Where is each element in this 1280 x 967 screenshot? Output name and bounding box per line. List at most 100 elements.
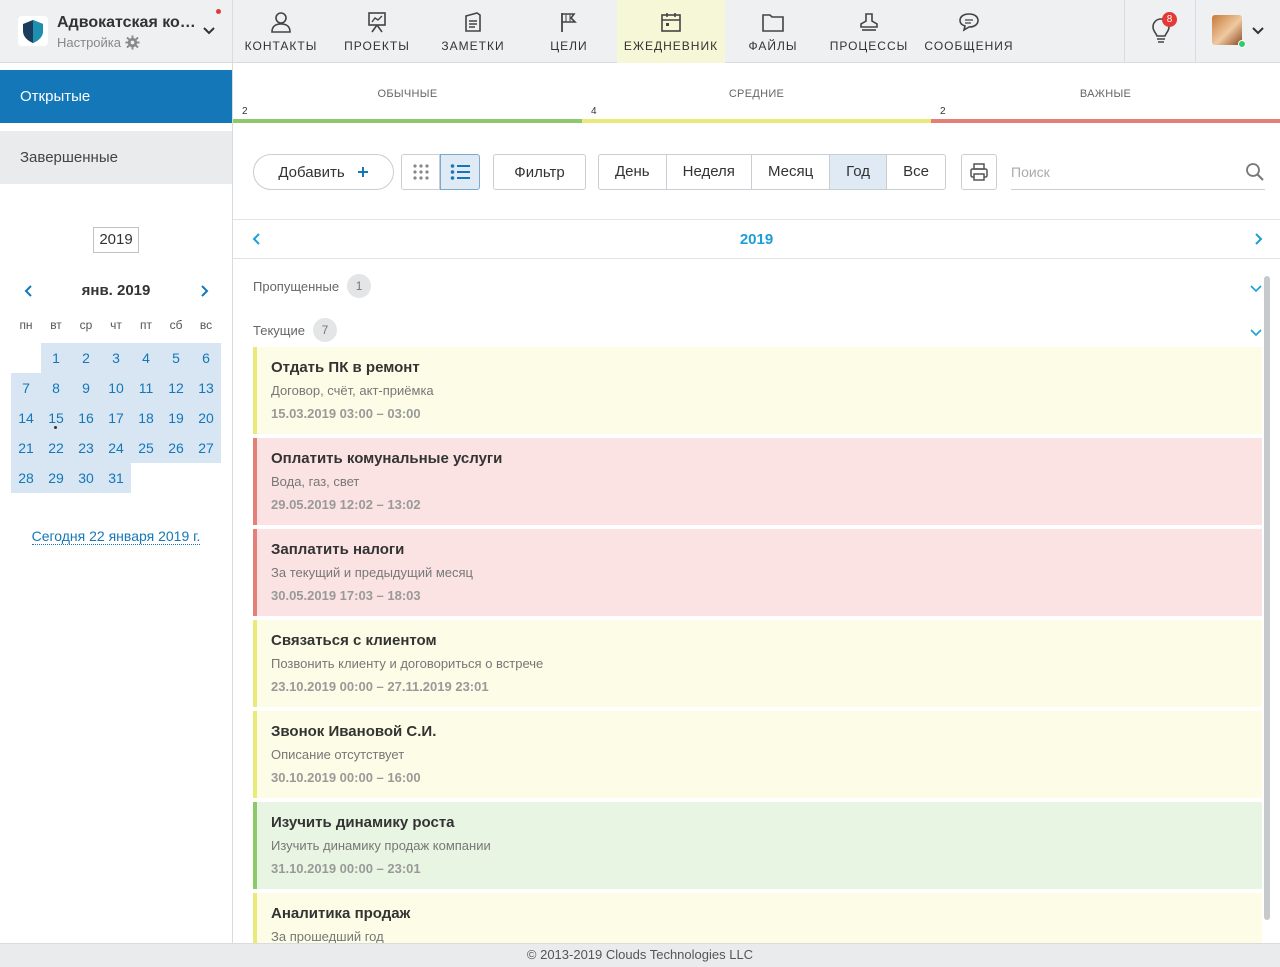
grid-view-button[interactable] [401, 154, 440, 190]
calendar-day[interactable]: 1 [41, 343, 71, 373]
calendar-day[interactable]: 10 [101, 373, 131, 403]
org-settings[interactable]: Настройка [57, 35, 140, 50]
task-card[interactable]: Заплатить налоги За текущий и предыдущий … [253, 529, 1262, 616]
chevron-down-icon[interactable] [1249, 282, 1263, 296]
nav-notes[interactable]: ЗАМЕТКИ [425, 0, 521, 63]
calendar-day[interactable]: 30 [71, 463, 101, 493]
period-option[interactable]: День [599, 155, 667, 189]
calendar-day[interactable]: 24 [101, 433, 131, 463]
period-option[interactable]: Год [830, 155, 888, 189]
search-icon[interactable] [1245, 162, 1265, 182]
org-switcher[interactable]: Адвокатская контора Настройка [0, 0, 233, 63]
weekday-label: вс [199, 318, 213, 332]
priority-bar [582, 119, 931, 123]
add-button[interactable]: Добавить [253, 154, 394, 190]
chevron-right-icon[interactable] [1251, 232, 1265, 246]
calendar-day[interactable]: 8 [41, 373, 71, 403]
calendar-icon [661, 13, 681, 32]
avatar[interactable] [1212, 15, 1242, 45]
priority-low[interactable]: ОБЫЧНЫЕ 2 [233, 63, 582, 125]
year-selector[interactable]: 2019 [93, 227, 139, 253]
priority-high[interactable]: ВАЖНЫЕ 2 [931, 63, 1280, 125]
chevron-down-icon[interactable] [1249, 326, 1263, 340]
calendar-day[interactable]: 7 [11, 373, 41, 403]
calendar-day[interactable]: 3 [101, 343, 131, 373]
task-description: За прошедший год [271, 929, 384, 943]
calendar-day[interactable]: 21 [11, 433, 41, 463]
chevron-right-icon[interactable] [197, 284, 211, 298]
nav-processes[interactable]: ПРОЦЕССЫ [821, 0, 917, 63]
filter-button[interactable]: Фильтр [493, 154, 586, 190]
calendar-day[interactable]: 19 [161, 403, 191, 433]
nav-goals[interactable]: ЦЕЛИ [521, 0, 617, 63]
task-card[interactable]: Оплатить комунальные услуги Вода, газ, св… [253, 438, 1262, 525]
calendar-day[interactable]: 17 [101, 403, 131, 433]
main-nav: КОНТАКТЫ ПРОЕКТЫ ЗАМЕТКИ ЦЕЛИ ЕЖЕДНЕВНИК… [233, 0, 1021, 63]
calendar-week: 21 22 23 24 25 26 27 [11, 433, 221, 463]
nav-projects[interactable]: ПРОЕКТЫ [329, 0, 425, 63]
calendar-day[interactable]: 18 [131, 403, 161, 433]
chevron-down-icon[interactable] [202, 24, 216, 38]
section-missed[interactable]: Пропущенные 1 [253, 274, 372, 298]
nav-diary[interactable]: ЕЖЕДНЕВНИК [617, 0, 725, 63]
task-time: 29.05.2019 12:02 – 13:02 [271, 497, 421, 512]
notification-count-badge: 8 [1162, 12, 1177, 27]
chat-icon [959, 13, 979, 32]
calendar-day[interactable]: 31 [101, 463, 131, 493]
task-time: 23.10.2019 00:00 – 27.11.2019 23:01 [271, 679, 489, 694]
calendar-day[interactable]: 13 [191, 373, 221, 403]
calendar-day[interactable]: 25 [131, 433, 161, 463]
nav-messages[interactable]: СООБЩЕНИЯ [917, 0, 1021, 63]
task-card[interactable]: Изучить динамику роста Изучить динамику п… [253, 802, 1262, 889]
calendar-day[interactable]: 2 [71, 343, 101, 373]
calendar-day[interactable]: 28 [11, 463, 41, 493]
task-list: Отдать ПК в ремонт Договор, счёт, акт-при… [253, 347, 1262, 943]
chevron-down-icon[interactable] [1251, 24, 1265, 38]
print-button[interactable] [961, 154, 997, 190]
period-option[interactable]: Месяц [752, 155, 831, 189]
user-icon [271, 12, 291, 33]
calendar-day[interactable]: 5 [161, 343, 191, 373]
scrollbar[interactable] [1264, 276, 1270, 920]
tab-completed[interactable]: Завершенные [0, 131, 232, 184]
list-view-button[interactable] [440, 154, 480, 190]
notifications-button[interactable]: 8 [1124, 0, 1196, 63]
calendar-day[interactable]: 11 [131, 373, 161, 403]
task-card[interactable]: Звонок Ивановой С.И. Описание отсутствует… [253, 711, 1262, 798]
tab-open[interactable]: Открытые [0, 70, 232, 123]
calendar-day[interactable]: 20 [191, 403, 221, 433]
calendar-day[interactable]: 15 [41, 403, 71, 433]
gear-icon [125, 35, 140, 50]
task-card[interactable]: Связаться с клиентом Позвонить клиенту и … [253, 620, 1262, 707]
top-bar: Адвокатская контора Настройка КОНТАКТЫ П… [0, 0, 1280, 63]
priority-medium[interactable]: СРЕДНИЕ 4 [582, 63, 931, 125]
calendar-day[interactable]: 23 [71, 433, 101, 463]
section-current[interactable]: Текущие 7 [253, 318, 337, 342]
today-link[interactable]: Сегодня 22 января 2019 г. [0, 528, 232, 545]
nav-contacts[interactable]: КОНТАКТЫ [233, 0, 329, 63]
online-status-dot [1238, 40, 1246, 48]
period-option[interactable]: Неделя [667, 155, 752, 189]
calendar-day[interactable]: 4 [131, 343, 161, 373]
calendar-day[interactable]: 29 [41, 463, 71, 493]
nav-files[interactable]: ФАЙЛЫ [725, 0, 821, 63]
user-menu[interactable] [1196, 0, 1280, 63]
calendar-day[interactable]: 26 [161, 433, 191, 463]
calendar-day[interactable]: 16 [71, 403, 101, 433]
calendar-day[interactable]: 9 [71, 373, 101, 403]
calendar-day[interactable]: 22 [41, 433, 71, 463]
task-card[interactable]: Отдать ПК в ремонт Договор, счёт, акт-при… [253, 347, 1262, 434]
task-time: 30.10.2019 00:00 – 16:00 [271, 770, 421, 785]
calendar-day[interactable]: 12 [161, 373, 191, 403]
section-count-badge: 7 [312, 318, 337, 342]
priority-count: 2 [940, 106, 946, 117]
calendar-header: янв. 2019 [0, 279, 232, 303]
search-field[interactable]: Поиск [1011, 154, 1265, 190]
task-card[interactable]: Аналитика продаж За прошедший год [253, 893, 1262, 943]
calendar-day[interactable]: 14 [11, 403, 41, 433]
period-option[interactable]: Все [887, 155, 945, 189]
calendar-empty [131, 463, 161, 493]
calendar-day[interactable]: 6 [191, 343, 221, 373]
task-title: Аналитика продаж [271, 905, 411, 922]
calendar-day[interactable]: 27 [191, 433, 221, 463]
